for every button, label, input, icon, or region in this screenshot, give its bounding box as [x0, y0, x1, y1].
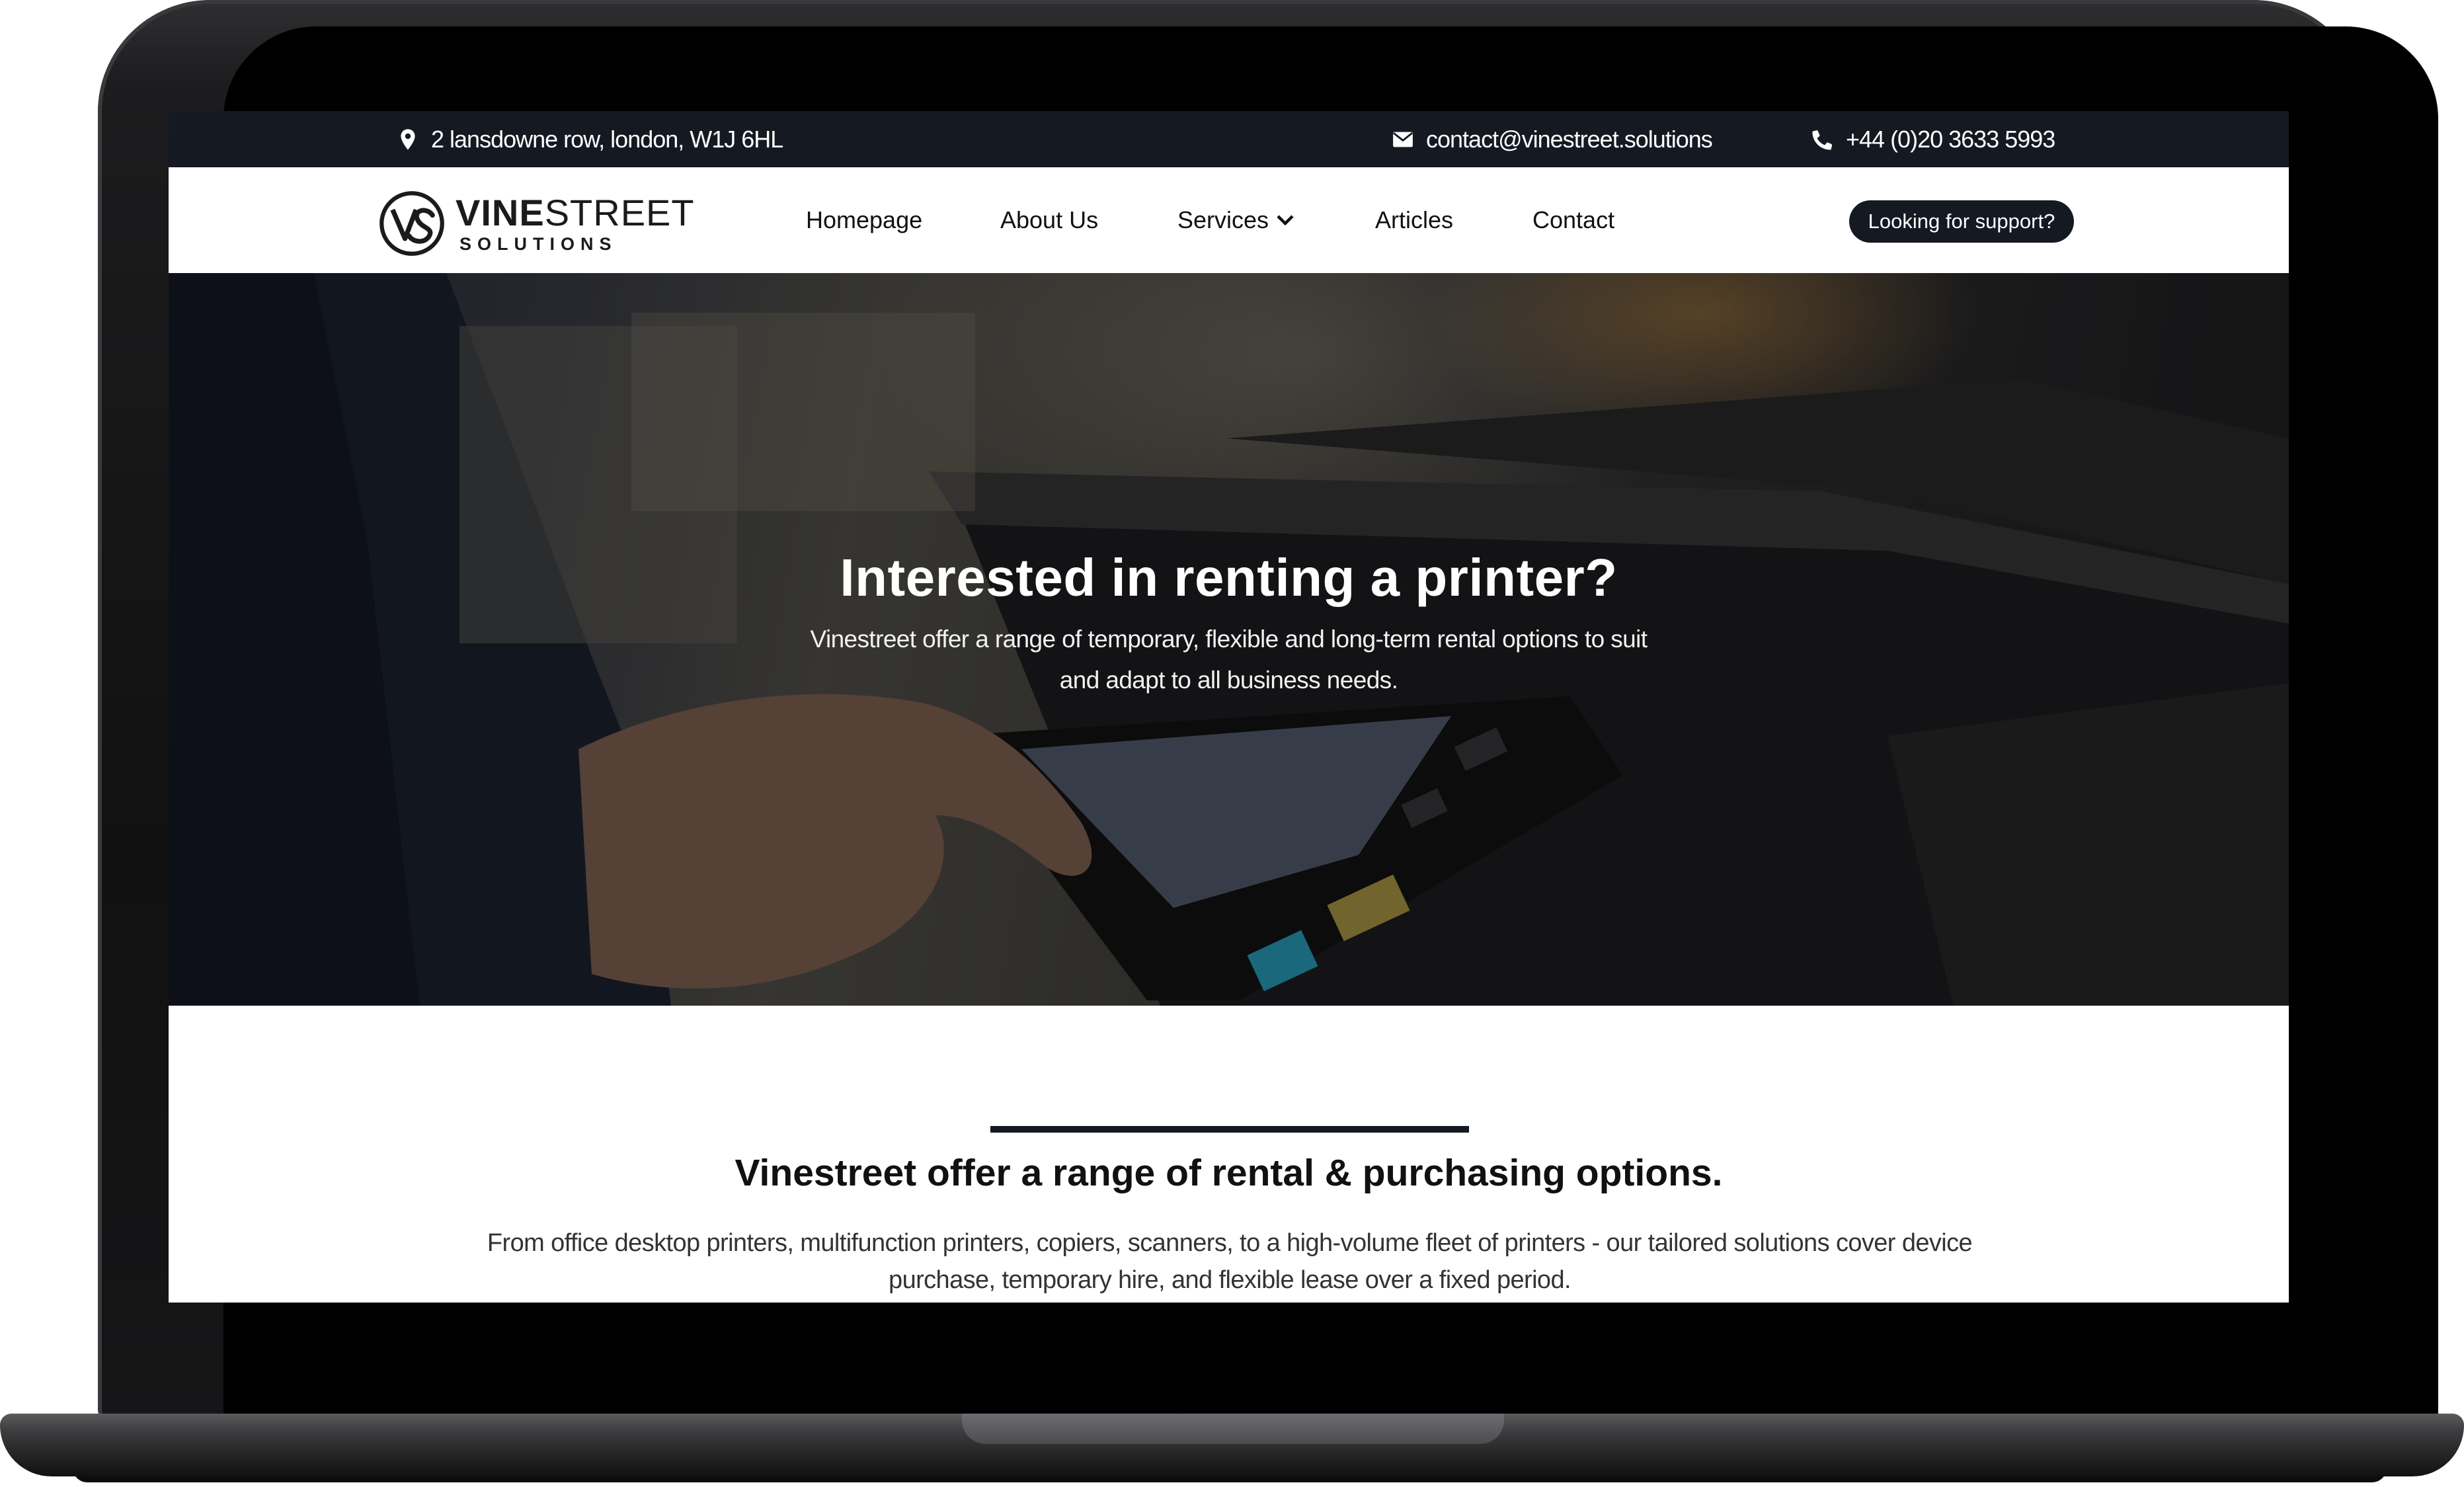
main-navbar: VINESTREET SOLUTIONS Homepage About Us S… [169, 167, 2289, 273]
rental-options-section: Vinestreet offer a range of rental & pur… [169, 1006, 2289, 1303]
address-info: 2 lansdowne row, london, W1J 6HL [397, 111, 783, 167]
map-pin-icon [401, 128, 415, 150]
nav-articles[interactable]: Articles [1375, 167, 1453, 273]
nav-services[interactable]: Services [1177, 167, 1295, 273]
hero-subtitle: Vinestreet offer a range of temporary, f… [810, 625, 1648, 694]
website-screen: 2 lansdowne row, london, W1J 6HL contact… [169, 111, 2289, 1303]
envelope-icon [1392, 132, 1413, 147]
nav-homepage[interactable]: Homepage [806, 167, 922, 273]
logo-subtitle: SOLUTIONS [459, 233, 617, 254]
top-info-bar: 2 lansdowne row, london, W1J 6HL contact… [169, 111, 2289, 167]
phone-icon [1812, 130, 1833, 150]
email-info[interactable]: contact@vinestreet.solutions [1392, 111, 1713, 167]
site-logo[interactable]: VINESTREET SOLUTIONS [378, 189, 695, 258]
logo-word-light: STREET [544, 191, 695, 233]
section-divider [990, 1126, 1469, 1133]
logo-word-bold: VINE [456, 191, 545, 233]
support-button[interactable]: Looking for support? [1849, 200, 2074, 243]
nav-services-label: Services [1177, 206, 1269, 233]
section-title: Vinestreet offer a range of rental & pur… [735, 1152, 1723, 1194]
hero-banner: Interested in renting a printer? Vinestr… [169, 273, 2289, 1006]
hero-title: Interested in renting a printer? [840, 548, 1618, 607]
phone-link[interactable]: +44 (0)20 3633 5993 [1846, 126, 2055, 153]
nav-about-us[interactable]: About Us [1000, 167, 1098, 273]
nav-contact[interactable]: Contact [1532, 167, 1614, 273]
vinestreet-logo-icon [379, 191, 444, 256]
section-description: From office desktop printers, multifunct… [487, 1229, 1973, 1294]
logo-title: VINESTREET [456, 194, 695, 231]
email-link[interactable]: contact@vinestreet.solutions [1426, 126, 1713, 153]
laptop-notch [962, 1414, 1504, 1444]
address-text: 2 lansdowne row, london, W1J 6HL [431, 125, 783, 153]
chevron-down-icon [1277, 215, 1294, 226]
phone-info[interactable]: +44 (0)20 3633 5993 [1811, 111, 2055, 167]
logo-wordmark: VINESTREET SOLUTIONS [456, 194, 695, 253]
